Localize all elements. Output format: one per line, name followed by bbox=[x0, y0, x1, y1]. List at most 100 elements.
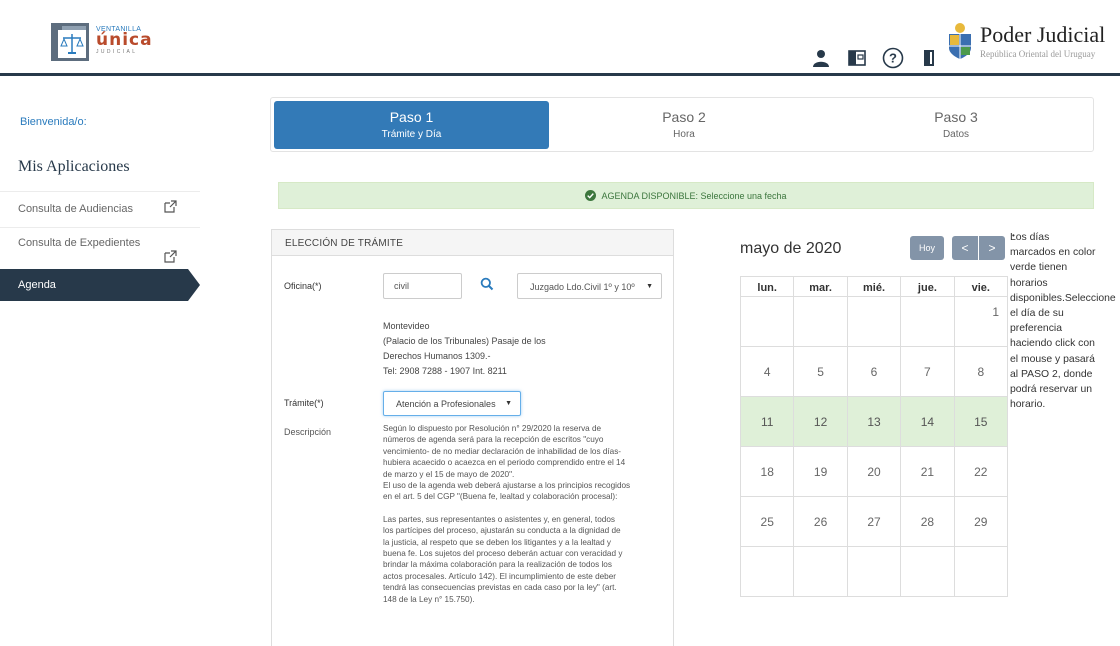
tramite-label: Trámite(*) bbox=[284, 398, 324, 408]
sidebar-item-consulta-expedientes[interactable]: Consulta de Expedientes bbox=[0, 227, 200, 269]
calendar-day: 4 bbox=[739, 346, 795, 397]
legend-line: el mouse y pasará bbox=[1010, 353, 1095, 365]
address-line: Derechos Humanos 1309.- bbox=[383, 351, 491, 361]
tramite-select-value: Atención a Profesionales bbox=[396, 399, 496, 409]
calendar-week-row: 25 26 27 28 29 bbox=[739, 496, 1009, 547]
ventanilla-unica-logo[interactable]: VENTANILLA única JUDICIAL bbox=[50, 22, 154, 62]
calendar-day: 26 bbox=[793, 496, 848, 547]
sidebar-item-consulta-audiencias[interactable]: Consulta de Audiencias bbox=[0, 191, 200, 227]
calendar-day: 28 bbox=[900, 496, 955, 547]
calendar-day: 19 bbox=[793, 446, 848, 497]
oficina-select[interactable]: Juzgado Ldo.Civil 1º y 10º ▼ bbox=[517, 273, 662, 299]
address-line: Montevideo bbox=[383, 321, 430, 331]
calendar-day-available[interactable]: 15 bbox=[953, 396, 1009, 447]
header-actions: ? bbox=[810, 46, 940, 70]
oficina-label: Oficina(*) bbox=[284, 281, 322, 291]
step-title: Paso 1 bbox=[389, 109, 434, 125]
legend-line: preferencia bbox=[1010, 323, 1062, 335]
calendar-day: 1 bbox=[953, 296, 1009, 347]
calendar-day-available[interactable]: 13 bbox=[846, 396, 902, 447]
step-3[interactable]: Paso 3 Datos bbox=[819, 101, 1093, 149]
calendar-day: 5 bbox=[793, 346, 848, 397]
calendar-empty-cell bbox=[793, 546, 848, 597]
calendar-title: mayo de 2020 bbox=[740, 240, 842, 257]
calendar-day-available[interactable]: 14 bbox=[900, 396, 955, 447]
weekday-header: jue. bbox=[900, 276, 955, 297]
weekday-header: mié. bbox=[846, 276, 902, 297]
weekday-header: mar. bbox=[793, 276, 848, 297]
desc-line: buena fe. Los sujetos del proceso deberá… bbox=[383, 549, 623, 559]
external-link-icon bbox=[164, 250, 177, 263]
alert-text: : Seleccione una fecha bbox=[695, 190, 787, 201]
legend-line: disponibles.Seleccione bbox=[1010, 292, 1116, 304]
prev-month-button[interactable]: < bbox=[952, 236, 978, 260]
calendar-empty-cell bbox=[900, 296, 955, 347]
calendar-week-row: 45678 bbox=[739, 346, 1009, 397]
availability-alert: AGENDA DISPONIBLE: Seleccione una fecha bbox=[278, 182, 1094, 209]
calendar-day-available[interactable]: 12 bbox=[793, 396, 848, 447]
search-icon[interactable] bbox=[480, 277, 496, 293]
calendar-day: 8 bbox=[953, 346, 1009, 397]
desc-line: en el art. 5 del CGP "(Buena fe, lealtad… bbox=[383, 492, 618, 502]
step-1[interactable]: Paso 1 Trámite y Día bbox=[274, 101, 549, 149]
descripcion-label: Descripción bbox=[284, 427, 332, 437]
legend-line: haciendo click con bbox=[1010, 338, 1095, 350]
calendar-day: 21 bbox=[900, 446, 955, 497]
step-subtitle: Trámite y Día bbox=[381, 129, 442, 140]
calendar-week-row: 18 19 20 21 22 bbox=[739, 446, 1009, 497]
calendar-day: 29 bbox=[953, 496, 1009, 547]
poder-judicial-brand: Poder Judicial República Oriental del Ur… bbox=[946, 22, 1120, 64]
chevron-down-icon: ▼ bbox=[646, 283, 653, 290]
tramite-panel: ELECCIÓN DE TRÁMITE Oficina(*) Juzgado L… bbox=[271, 229, 674, 646]
svg-text:?: ? bbox=[889, 51, 897, 66]
calendar-empty-cell bbox=[793, 296, 848, 347]
desc-line: Las partes, sus representantes o asisten… bbox=[383, 514, 615, 524]
legend-line: podrá reservar un bbox=[1010, 384, 1093, 396]
calendar-empty-cell bbox=[846, 296, 902, 347]
today-button[interactable]: Hoy bbox=[910, 236, 944, 260]
desc-line: El uso de la agenda web deberá ajustarse… bbox=[383, 481, 631, 491]
help-icon[interactable]: ? bbox=[882, 47, 904, 69]
calendar-grid: lun. mar. mié. jue. vie. 1 4 5 6 7 8 11 12 13 14 1… bbox=[739, 276, 1009, 597]
desc-line: tendrá las consecuencias previstas en ca… bbox=[383, 583, 617, 593]
scales-of-justice-logo-icon bbox=[51, 23, 89, 61]
desc-line: Según lo dispuesto por Resolución n° 29/… bbox=[383, 424, 602, 433]
desc-line: brindar la máxima colaboración para la r… bbox=[383, 560, 612, 570]
calendar-day-available[interactable]: 11 bbox=[739, 396, 795, 447]
sidebar-item-agenda[interactable]: Agenda bbox=[0, 269, 200, 301]
user-icon[interactable] bbox=[810, 47, 832, 69]
step-2[interactable]: Paso 2 Hora bbox=[549, 101, 819, 149]
desc-line: actos procesales. Artículo 142). El incu… bbox=[383, 571, 617, 581]
sidebar-item-label: Consulta de Audiencias bbox=[18, 203, 133, 215]
exit-door-icon[interactable] bbox=[918, 47, 940, 69]
weekday-header: lun. bbox=[739, 276, 795, 297]
legend-line: al PASO 2, donde bbox=[1010, 368, 1093, 380]
oficina-address: Montevideo (Palacio de los Tribunales) P… bbox=[383, 319, 546, 379]
desc-line: hubiera acaecido o acaezca en el periodo… bbox=[383, 458, 626, 468]
panel-heading: ELECCIÓN DE TRÁMITE bbox=[272, 230, 673, 256]
inbox-icon[interactable] bbox=[846, 47, 868, 69]
chevron-down-icon: ▼ bbox=[505, 400, 512, 407]
legend-line: horario. bbox=[1010, 399, 1046, 411]
tramite-select[interactable]: Atención a Profesionales ▼ bbox=[383, 391, 521, 416]
check-circle-icon bbox=[585, 190, 597, 201]
desc-line: vencimiento- de no mediar declaración de… bbox=[383, 446, 622, 456]
step-title: Paso 2 bbox=[662, 109, 706, 125]
desc-line: de marzo y el 15 de mayo de 2020". bbox=[383, 469, 515, 479]
step-title: Paso 3 bbox=[934, 109, 978, 125]
step-subtitle: Hora bbox=[673, 129, 695, 140]
calendar-empty-cell bbox=[739, 296, 795, 347]
address-line: (Palacio de los Tribunales) Pasaje de lo… bbox=[383, 336, 546, 346]
next-month-button[interactable]: > bbox=[979, 236, 1005, 260]
calendar-body: 1 4 5 6 7 8 11 12 13 14 15 18 19 20 21 22 25 26 27 28 29 bbox=[739, 296, 1009, 597]
calendar-week-row: 1 bbox=[739, 296, 1009, 347]
calendar-empty-cell bbox=[900, 546, 955, 597]
welcome-text: Bienvenida/o: bbox=[20, 116, 87, 128]
legend-line: Los días bbox=[1010, 232, 1050, 243]
desc-line: los partícipes del proceso, ajustarán su… bbox=[383, 526, 621, 536]
descripcion-text: Según lo dispuesto por Resolución n° 29/… bbox=[383, 423, 663, 605]
weekday-header: vie. bbox=[953, 276, 1009, 297]
oficina-search-input[interactable] bbox=[383, 273, 462, 299]
brand-subtitle: República Oriental del Uruguay bbox=[980, 49, 1096, 59]
legend-line: horarios bbox=[1010, 277, 1048, 289]
